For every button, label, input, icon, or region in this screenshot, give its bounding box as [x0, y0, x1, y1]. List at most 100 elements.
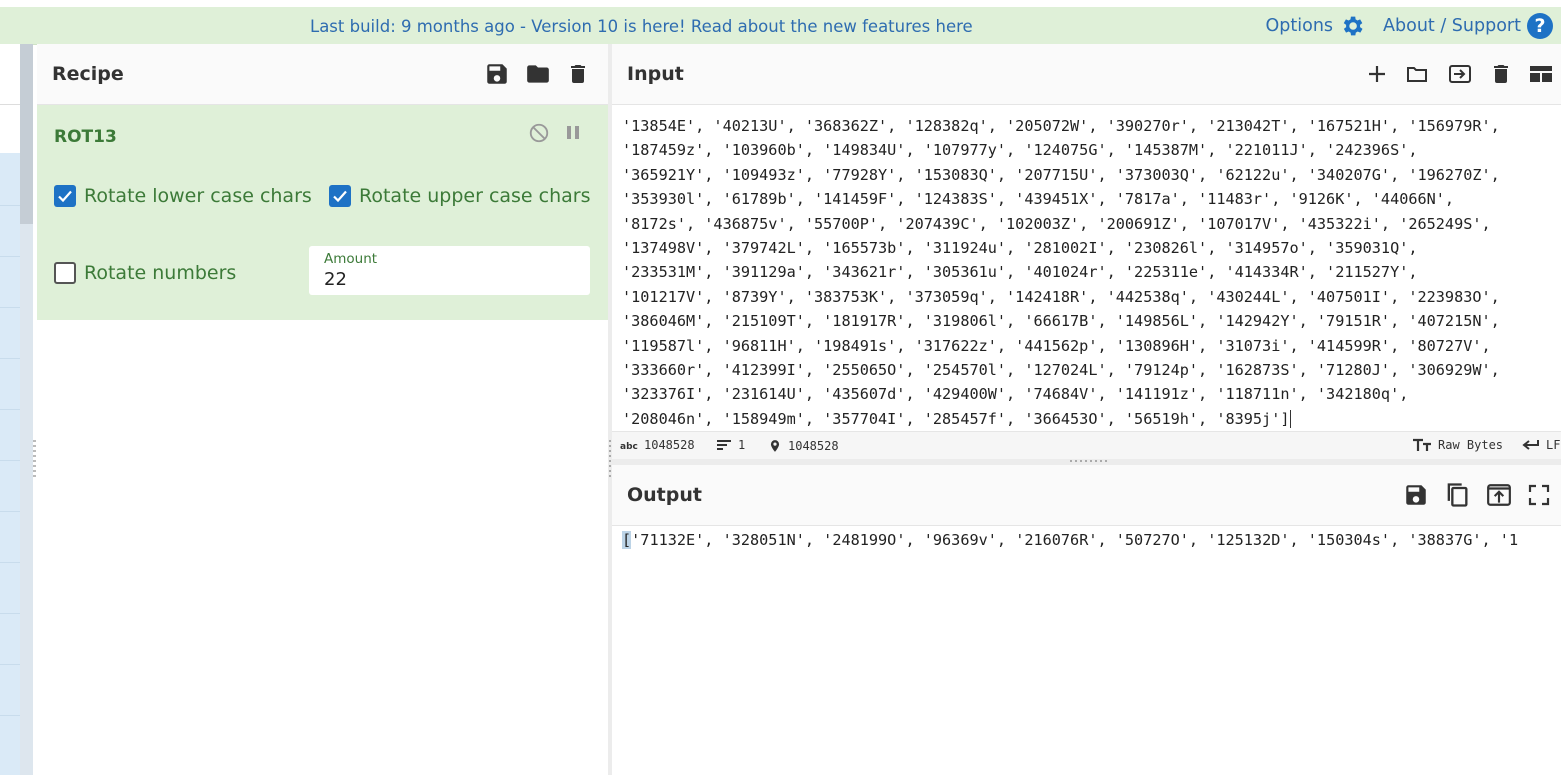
input-status-bar: abc 1048528 1 1048528 Raw Bytes LF	[612, 431, 1561, 460]
input-line: '386046M', '215109T', '181917R', '319806…	[622, 312, 1500, 331]
recipe-title: Recipe	[52, 63, 124, 85]
position-stat: 1048528	[768, 438, 839, 454]
input-line: '13854E', '40213U', '368362Z', '128382q'…	[622, 117, 1500, 135]
output-textarea[interactable]: ['71132E', '328051N', '248199O', '96369v…	[622, 531, 1561, 549]
plus-icon[interactable]	[1365, 62, 1389, 86]
output-content: '71132E', '328051N', '248199O', '96369v'…	[631, 531, 1519, 549]
operations-scrollbar-thumb[interactable]	[20, 44, 33, 224]
input-line: '101217V', '8739Y', '383753K', '373059q'…	[622, 287, 1500, 306]
folder-icon[interactable]	[1403, 62, 1431, 86]
operations-row-line	[0, 358, 20, 359]
eol-value[interactable]: LF	[1546, 438, 1560, 452]
replace-input-icon[interactable]	[1485, 482, 1513, 508]
operations-row-line	[0, 205, 20, 206]
about-label[interactable]: About / Support	[1383, 16, 1521, 36]
input-line: '137498V', '379742L', '165573b', '311924…	[622, 239, 1418, 258]
encoding-value[interactable]: Raw Bytes	[1438, 438, 1503, 452]
rotate-numbers-checkbox[interactable]	[54, 262, 76, 284]
text-length-icon: abc	[620, 440, 638, 450]
operations-row-line	[0, 256, 20, 257]
operations-row-line	[0, 409, 20, 410]
recipe-io-resize-handle[interactable]	[609, 440, 611, 480]
import-icon[interactable]	[1445, 62, 1475, 86]
output-title: Output	[627, 484, 702, 506]
rotate-upper-option[interactable]: Rotate upper case chars	[329, 185, 591, 207]
operation-controls	[528, 122, 582, 144]
operations-row-line	[0, 307, 20, 308]
recipe-pane: Recipe ROT13 Rotate lower case chars Rot…	[37, 44, 609, 775]
position-value: 1048528	[788, 439, 839, 453]
disable-icon[interactable]	[528, 122, 550, 144]
rotate-numbers-option[interactable]: Rotate numbers	[54, 262, 236, 284]
recipe-toolbar	[484, 61, 608, 87]
lines-value: 1	[738, 438, 746, 452]
operations-row-line	[0, 562, 20, 563]
amount-value[interactable]: 22	[324, 269, 575, 290]
rotate-lower-option[interactable]: Rotate lower case chars	[54, 185, 312, 207]
output-cursor-selection: [	[622, 531, 632, 549]
save-icon[interactable]	[1403, 482, 1429, 508]
operations-divider	[0, 104, 20, 105]
save-icon[interactable]	[484, 61, 510, 87]
input-header: Input	[612, 44, 1561, 105]
input-title: Input	[627, 63, 684, 85]
rotate-lower-checkbox[interactable]	[54, 185, 76, 207]
gear-icon[interactable]	[1339, 13, 1365, 39]
operation-name: ROT13	[54, 127, 117, 147]
input-textarea[interactable]: '13854E', '40213U', '368362Z', '128382q'…	[622, 106, 1561, 430]
eol-stat[interactable]: LF	[1522, 438, 1560, 452]
operations-list-edge	[0, 153, 20, 775]
trash-icon[interactable]	[566, 61, 590, 87]
copy-icon[interactable]	[1443, 481, 1471, 509]
input-last-text: '208046n', '158949m', '357704I', '285457…	[622, 409, 1290, 428]
input-toolbar	[1365, 61, 1561, 87]
font-icon	[1412, 438, 1432, 452]
operations-row-line	[0, 511, 20, 512]
input-line: '353930l', '61789b', '141459F', '124383S…	[622, 190, 1455, 209]
input-line-last: '208046n', '158949m', '357704I', '285457…	[622, 407, 1561, 430]
input-pane: Input '13854E', '40213U', '368362Z', '12…	[612, 44, 1561, 459]
output-pane: Output ['71132E', '328051N', '248199O', …	[612, 465, 1561, 775]
output-toolbar	[1403, 481, 1561, 509]
options-label[interactable]: Options	[1266, 16, 1334, 36]
input-line: '119587l', '96811H', '198491s', '317622z…	[622, 336, 1491, 355]
input-line: '323376I', '231614U', '435607d', '429400…	[622, 385, 1409, 404]
operations-row-line	[0, 664, 20, 665]
folder-icon[interactable]	[524, 61, 552, 87]
maximise-icon[interactable]	[1527, 483, 1551, 507]
amount-field[interactable]: Amount 22	[309, 246, 590, 295]
text-caret	[1289, 410, 1291, 429]
input-line: '233531M', '391129a', '343621r', '305361…	[622, 263, 1418, 282]
options-link[interactable]: Options	[1266, 13, 1366, 39]
length-value: 1048528	[644, 438, 695, 452]
eol-icon	[1522, 439, 1540, 451]
top-banner: Last build: 9 months ago - Version 10 is…	[0, 7, 1561, 45]
input-line: '365921Y', '109493z', '77928Y', '153083Q…	[622, 165, 1500, 184]
rotate-lower-label[interactable]: Rotate lower case chars	[84, 185, 312, 207]
left-resize-handle[interactable]	[33, 440, 36, 480]
input-line: '187459z', '103960b', '149834U', '107977…	[622, 141, 1418, 160]
output-header: Output	[612, 465, 1561, 526]
length-stat: abc 1048528	[620, 438, 695, 452]
operations-row-line	[0, 715, 20, 716]
rot13-operation[interactable]: ROT13 Rotate lower case chars Rotate upp…	[37, 105, 608, 320]
check-icon	[58, 190, 72, 203]
rotate-numbers-label[interactable]: Rotate numbers	[84, 262, 236, 284]
lines-stat: 1	[716, 438, 745, 452]
banner-message[interactable]: Last build: 9 months ago - Version 10 is…	[310, 17, 973, 36]
encoding-stat[interactable]: Raw Bytes	[1412, 438, 1503, 452]
about-support-link[interactable]: About / Support ?	[1383, 13, 1553, 39]
lines-icon	[716, 439, 732, 451]
input-output-resize-handle[interactable]	[1070, 460, 1110, 462]
recipe-header: Recipe	[37, 44, 608, 105]
pause-icon[interactable]	[564, 122, 582, 144]
rotate-upper-checkbox[interactable]	[329, 185, 351, 207]
check-icon	[333, 190, 347, 203]
banner-links: Options About / Support ?	[1266, 13, 1553, 39]
help-icon[interactable]: ?	[1527, 13, 1553, 39]
location-icon	[768, 438, 782, 454]
input-cutoff-line	[622, 106, 1561, 114]
rotate-upper-label[interactable]: Rotate upper case chars	[359, 185, 591, 207]
trash-icon[interactable]	[1489, 61, 1513, 87]
layout-icon[interactable]	[1527, 62, 1555, 86]
